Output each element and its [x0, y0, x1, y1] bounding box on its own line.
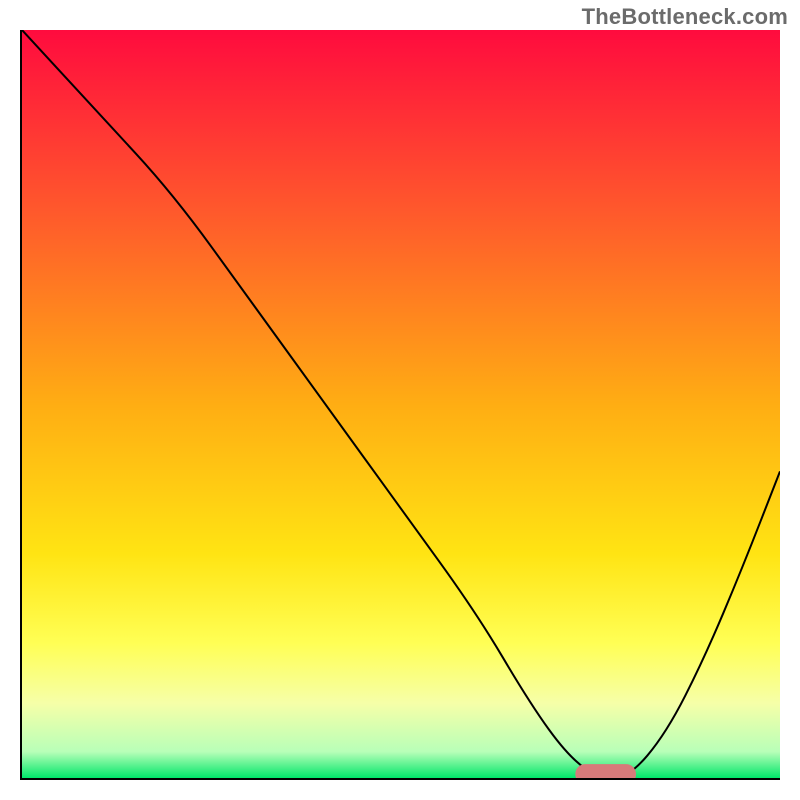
bottleneck-curve [22, 30, 780, 778]
plot-area [20, 30, 780, 780]
chart-lines [22, 30, 780, 778]
chart-stage: TheBottleneck.com [0, 0, 800, 800]
watermark-text: TheBottleneck.com [582, 4, 788, 30]
optimal-marker [575, 764, 636, 778]
